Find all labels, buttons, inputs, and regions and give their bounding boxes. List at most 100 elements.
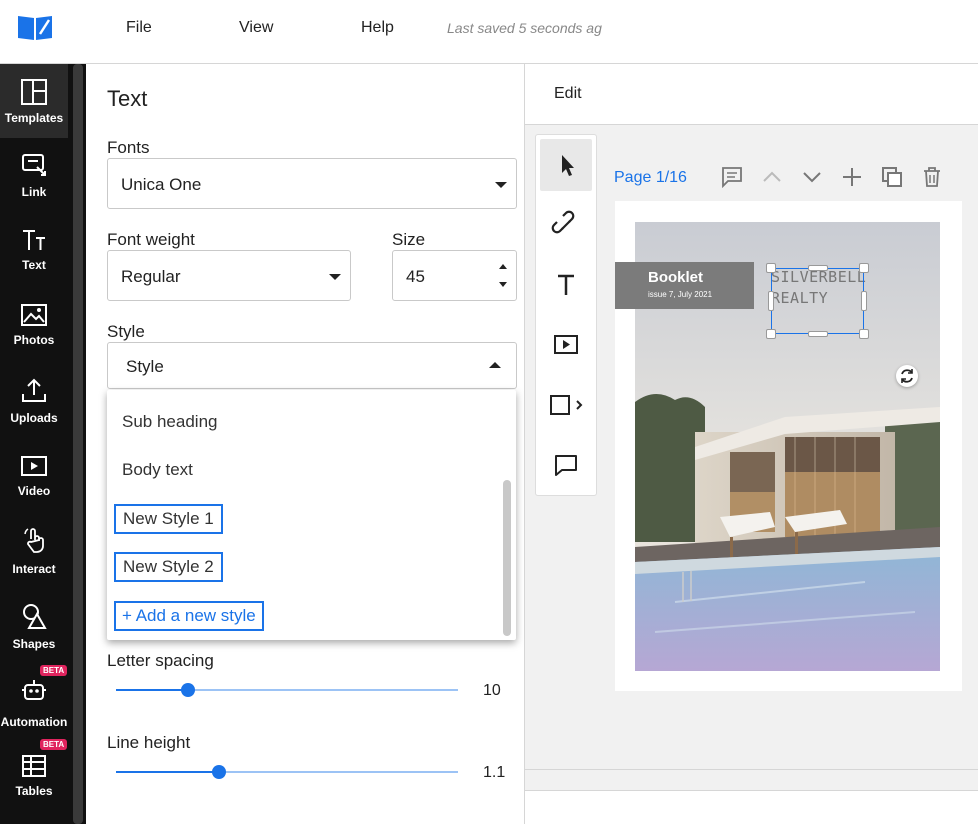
beta-badge: BETA: [40, 665, 68, 676]
rectangle-icon: [550, 395, 583, 415]
letter-spacing-label: Letter spacing: [107, 651, 214, 670]
style-option-new-style-1[interactable]: New Style 1: [114, 504, 223, 534]
letter-spacing-fill: [116, 689, 188, 691]
resize-handle[interactable]: [768, 291, 774, 311]
stepper-down-icon[interactable]: [499, 282, 507, 287]
chevron-down-icon: [329, 274, 341, 280]
comment-tool[interactable]: [540, 439, 592, 491]
robot-icon: [22, 680, 46, 700]
booklet-title: Booklet: [648, 269, 704, 286]
nav-templates[interactable]: Templates: [0, 64, 68, 138]
letter-spacing-value: 10: [483, 682, 501, 699]
menu-file[interactable]: File: [126, 19, 152, 37]
nav-interact[interactable]: Interact: [0, 522, 68, 594]
resize-handle[interactable]: [861, 291, 867, 311]
fonts-label: Fonts: [107, 138, 150, 157]
select-tool[interactable]: [540, 139, 592, 191]
line-height-fill: [116, 771, 219, 773]
dropdown-scrollbar[interactable]: [503, 480, 511, 636]
beta-badge: BETA: [40, 739, 68, 750]
resize-handle[interactable]: [808, 331, 828, 337]
nav-tables[interactable]: BETA Tables: [0, 739, 68, 820]
style-option-sub-heading[interactable]: Sub heading: [122, 412, 217, 432]
chevron-down-icon: [495, 182, 507, 188]
text-icon: [23, 230, 45, 250]
font-select[interactable]: Unica One: [107, 158, 517, 209]
size-label: Size: [392, 230, 426, 249]
nav-label: Templates: [4, 111, 64, 125]
link-box-icon: [22, 154, 46, 176]
shapes-icon: [23, 604, 47, 629]
nav-label: Interact: [12, 562, 56, 576]
booklet-label-box[interactable]: Booklet issue 7, July 2021: [615, 262, 754, 309]
bottom-bar: [525, 791, 978, 824]
letter-spacing-thumb[interactable]: [180, 683, 195, 697]
text-panel: Text Fonts Unica One Font weight Regular…: [86, 64, 525, 824]
shape-tool[interactable]: [540, 379, 592, 431]
size-value: 45: [406, 267, 425, 286]
nav-label: Photos: [13, 333, 55, 347]
text-tool[interactable]: [540, 259, 592, 311]
plus-icon[interactable]: [841, 166, 863, 188]
nav-uploads[interactable]: Uploads: [0, 370, 68, 442]
font-value: Unica One: [121, 175, 202, 194]
style-option-body-text[interactable]: Body text: [122, 460, 193, 480]
font-weight-select[interactable]: Regular: [107, 250, 351, 301]
nav-label: Link: [21, 185, 47, 199]
style-label: Style: [107, 322, 145, 341]
video-icon: [21, 456, 47, 476]
menu-help[interactable]: Help: [361, 19, 394, 37]
image-icon: [21, 304, 47, 326]
app-logo-icon[interactable]: [16, 12, 54, 42]
booklet-subtitle: issue 7, July 2021: [648, 290, 713, 299]
stepper-up-icon[interactable]: [499, 264, 507, 269]
resize-handle[interactable]: [766, 329, 776, 339]
text-icon: [558, 274, 574, 295]
resize-handle[interactable]: [808, 265, 828, 271]
duplicate-icon[interactable]: [881, 166, 903, 188]
touch-icon: [24, 528, 44, 553]
comment-icon: [555, 455, 577, 476]
nav-label: Automation: [0, 715, 68, 729]
nav-shapes[interactable]: Shapes: [0, 598, 68, 670]
line-height-value: 1.1: [483, 764, 506, 781]
nav-video[interactable]: Video: [0, 446, 68, 518]
style-select[interactable]: Style: [107, 342, 517, 389]
nav-label: Video: [17, 484, 51, 498]
chevron-down-icon[interactable]: [801, 166, 823, 188]
nav-automation[interactable]: BETA Automation: [0, 665, 68, 744]
style-value: Style: [126, 357, 164, 376]
bottom-strip: [525, 769, 978, 791]
font-weight-value: Regular: [121, 267, 181, 286]
link-tool[interactable]: [540, 199, 592, 251]
chevron-up-icon[interactable]: [761, 166, 783, 188]
selection-box[interactable]: [766, 263, 869, 339]
nav-label: Tables: [15, 784, 53, 798]
style-dropdown: Sub heading Body text New Style 1 New St…: [107, 390, 516, 640]
video-tool[interactable]: [540, 319, 592, 371]
line-height-thumb[interactable]: [211, 765, 226, 779]
size-stepper[interactable]: 45: [392, 250, 517, 301]
line-height-label: Line height: [107, 733, 191, 752]
style-option-new-style-2[interactable]: New Style 2: [114, 552, 223, 582]
resize-handle[interactable]: [859, 329, 869, 339]
nav-scrollbar[interactable]: [73, 64, 83, 824]
page-indicator: Page 1/16: [614, 169, 687, 186]
top-bar: File View Help Last saved 5 seconds ag: [0, 0, 978, 64]
layout-icon: [21, 79, 47, 105]
edit-menu[interactable]: Edit: [554, 85, 582, 103]
nav-label: Text: [22, 258, 46, 272]
nav-link[interactable]: Link: [0, 143, 68, 215]
font-weight-label: Font weight: [107, 230, 195, 249]
add-style-button[interactable]: + Add a new style: [114, 601, 264, 631]
resize-handle[interactable]: [859, 263, 869, 273]
rotate-handle-icon[interactable]: [896, 365, 918, 387]
resize-handle[interactable]: [766, 263, 776, 273]
nav-photos[interactable]: Photos: [0, 293, 68, 365]
save-status: Last saved 5 seconds ag: [447, 20, 602, 36]
tool-palette: [535, 134, 597, 496]
nav-text[interactable]: Text: [0, 218, 68, 290]
menu-view[interactable]: View: [239, 19, 273, 37]
comment-icon[interactable]: [721, 166, 743, 188]
trash-icon[interactable]: [921, 166, 943, 188]
